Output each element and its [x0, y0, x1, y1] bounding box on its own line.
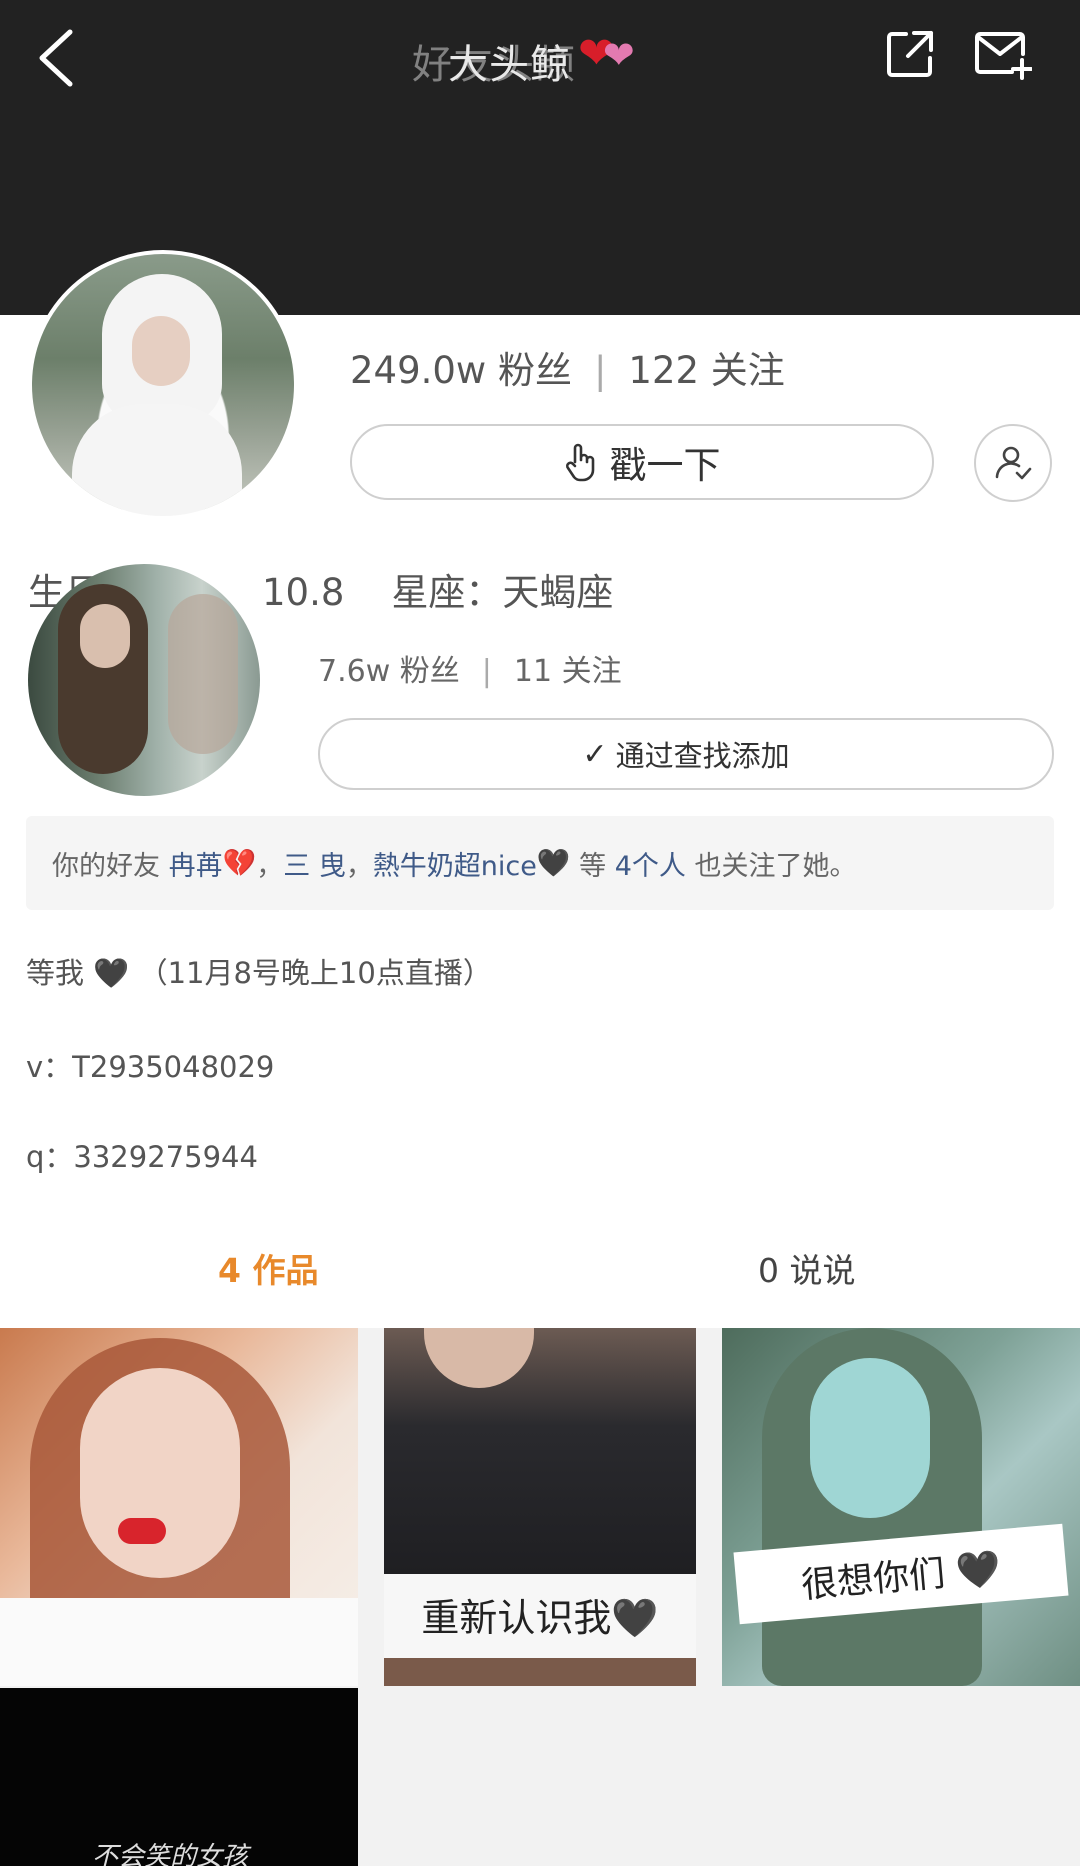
stats-primary: 249.0w 粉丝 | 122 关注	[350, 340, 785, 394]
avatar-face	[132, 316, 190, 386]
thumb-shirt	[0, 1598, 358, 1686]
thumb-photo	[384, 1328, 696, 1574]
avatar-body	[72, 404, 242, 516]
pink-heart-icon: ❤	[602, 33, 635, 77]
mutual-friends-banner[interactable]: 你的好友 冉苒 💔， 三 曳， 熱牛奶超nice 🖤 等 4个人 也关注了她。	[26, 816, 1054, 910]
bio-text: 等我	[26, 956, 85, 990]
fans-count-secondary[interactable]: 7.6w 粉丝	[318, 654, 460, 689]
avatar-reflection	[168, 594, 238, 754]
friends-suffix: 也关注了她。	[694, 850, 857, 882]
tab-works[interactable]: 4 作品	[218, 1244, 318, 1292]
user-check-button[interactable]	[974, 424, 1052, 502]
friend-link[interactable]: 三 曳	[283, 844, 346, 883]
follow-count[interactable]: 122 关注	[628, 349, 784, 392]
black-heart-icon: 🖤	[93, 956, 130, 990]
divider: |	[481, 654, 492, 689]
friend-link[interactable]: 冉苒	[169, 844, 223, 883]
divider: |	[593, 349, 607, 392]
poke-label: 戳一下	[609, 444, 721, 487]
share-icon[interactable]	[884, 28, 936, 80]
broken-heart-icon: 💔	[222, 848, 257, 879]
thumb-next-frame	[384, 1658, 696, 1686]
fans-count[interactable]: 249.0w 粉丝	[350, 349, 572, 392]
bio-line: 等我 🖤 （11月8号晚上10点直播）	[26, 950, 492, 992]
separator: ，	[256, 850, 284, 882]
avatar-face	[80, 604, 130, 668]
tab-says[interactable]: 0 说说	[758, 1244, 856, 1292]
title-hearts: ❤❤	[578, 28, 635, 79]
thumb-caption: 重新认识我🖤	[421, 1595, 659, 1640]
separator: ，	[345, 850, 373, 882]
work-thumbnail[interactable]	[0, 1328, 358, 1686]
poke-button[interactable]: 戳一下	[350, 424, 934, 500]
friends-mid: 等	[579, 850, 607, 882]
bio-wechat: v：T2935048029	[26, 1050, 275, 1084]
bio-qq: q：3329275944	[26, 1140, 258, 1174]
friends-prefix: 你的好友	[52, 850, 160, 882]
back-icon[interactable]	[34, 26, 78, 90]
thumb-caption: 不会笑的女孩	[92, 1842, 249, 1866]
checkmark-icon: ✓	[582, 736, 608, 772]
zodiac: 星座：天蝎座	[391, 571, 614, 614]
thumb-face	[80, 1368, 240, 1578]
works-grid: 重新认识我🖤 很想你们 🖤 不会笑的女孩	[0, 1328, 1080, 1866]
avatar-secondary[interactable]	[28, 564, 260, 796]
avatar-primary[interactable]	[28, 250, 298, 520]
add-via-search-button[interactable]: ✓ 通过查找添加	[318, 718, 1054, 790]
bio-text: （11月8号晚上10点直播）	[138, 956, 492, 990]
friend-link[interactable]: 熱牛奶超nice	[373, 844, 537, 883]
mail-add-icon[interactable]	[972, 28, 1032, 80]
birthday-value: 10.8	[262, 571, 345, 614]
user-check-icon	[995, 446, 1032, 480]
thumb-face	[810, 1358, 930, 1518]
page-title: 好友头颉 大头鲸 ❤❤	[400, 28, 700, 88]
work-thumbnail[interactable]: 不会笑的女孩	[0, 1688, 358, 1866]
add-label: 通过查找添加	[615, 739, 790, 773]
stats-secondary: 7.6w 粉丝 | 11 关注	[318, 646, 622, 690]
work-thumbnail[interactable]: 很想你们 🖤	[722, 1328, 1080, 1686]
friends-count-link[interactable]: 4个人	[615, 844, 686, 883]
follow-count-secondary[interactable]: 11 关注	[514, 654, 622, 689]
thumb-lips	[118, 1518, 166, 1544]
work-thumbnail[interactable]: 重新认识我🖤	[384, 1328, 696, 1686]
title-text: 大头鲸	[448, 42, 571, 88]
black-heart-icon: 🖤	[536, 848, 571, 879]
hand-tap-icon	[565, 443, 594, 482]
